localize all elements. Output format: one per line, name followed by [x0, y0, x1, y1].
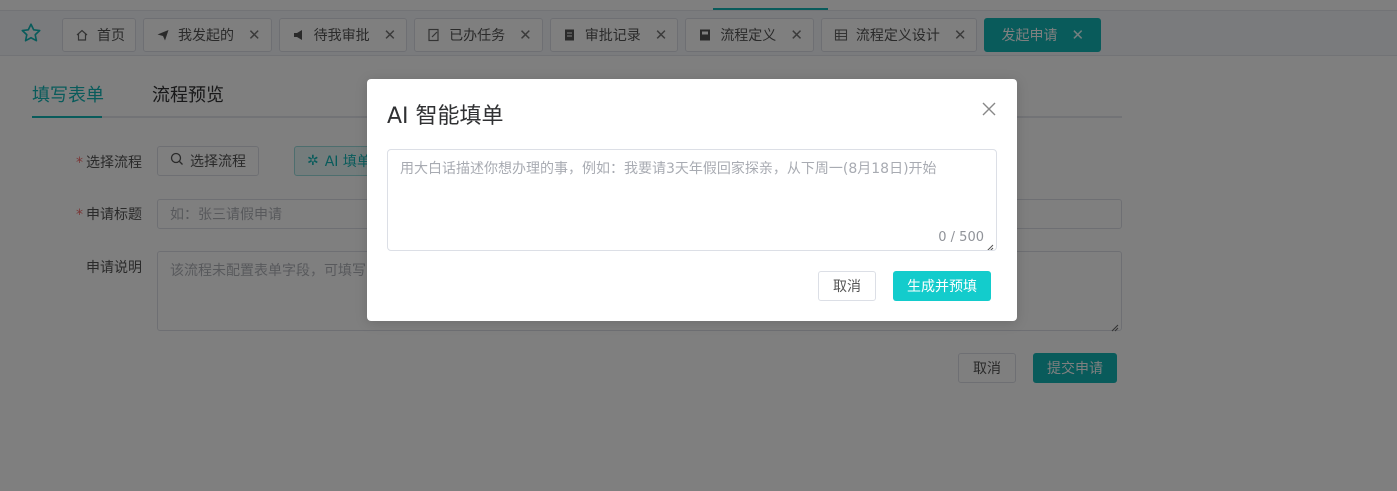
dialog-title: AI 智能填单 [387, 104, 504, 129]
dialog-cancel-button[interactable]: 取消 [818, 271, 876, 301]
resize-handle-icon[interactable] [986, 240, 994, 250]
description-input[interactable]: 用大白话描述你想办理的事，例如：我要请3天年假回家探亲，从下周一(8月18日)开… [387, 149, 997, 251]
char-counter: 0 / 500 [938, 230, 984, 245]
close-icon[interactable] [981, 101, 997, 117]
ai-fill-dialog: AI 智能填单 用大白话描述你想办理的事，例如：我要请3天年假回家探亲，从下周一… [367, 79, 1017, 321]
generate-prefill-button[interactable]: 生成并预填 [893, 271, 991, 301]
